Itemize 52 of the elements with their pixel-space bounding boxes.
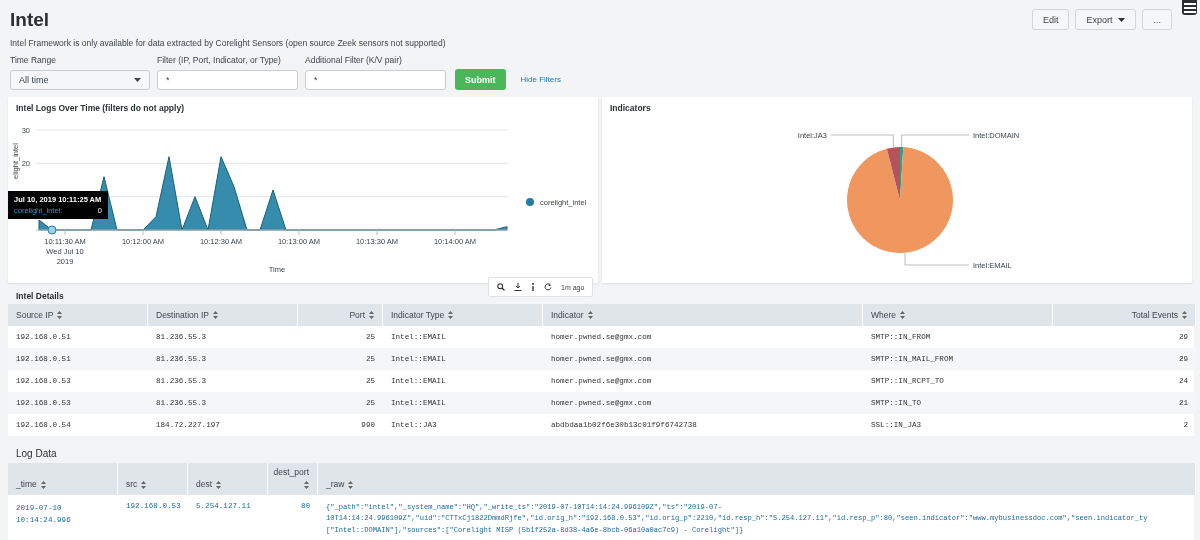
sort-icon [57, 311, 63, 319]
sort-icon [448, 311, 454, 319]
download-icon[interactable] [514, 283, 522, 291]
sort-icon [141, 481, 147, 489]
hide-filters-link[interactable]: Hide Filters [520, 75, 561, 84]
sort-icon [40, 481, 46, 489]
sort-icon [216, 481, 222, 489]
sort-icon [1182, 311, 1187, 319]
sort-icon [304, 481, 309, 489]
sort-icon [348, 481, 354, 489]
input-field[interactable]: * [305, 70, 446, 90]
column-header[interactable]: Where [863, 304, 1053, 326]
section-title: Intel Details [15, 290, 64, 303]
caret-icon [1118, 17, 1126, 22]
column-header[interactable]: Destination IP [148, 304, 298, 326]
caret-icon [134, 78, 141, 82]
panel-title: Indicators [609, 102, 652, 115]
column-header[interactable]: dest_port [268, 463, 318, 495]
column-header[interactable]: _raw [318, 463, 1196, 495]
section-title: Log Data [15, 447, 57, 461]
sort-icon [587, 311, 593, 319]
sort-icon [212, 311, 218, 319]
column-header[interactable]: Indicator [543, 304, 863, 326]
page-title: Intel [10, 9, 51, 32]
export-dropdown[interactable]: Export [1075, 9, 1137, 30]
refresh-icon[interactable] [544, 283, 552, 291]
input-field[interactable]: * [157, 70, 298, 90]
action-button[interactable]: ... [1142, 9, 1172, 30]
field-label: Additional Filter (K/V pair) [305, 55, 403, 65]
column-header[interactable]: Total Events [1053, 304, 1196, 326]
leader-line [830, 134, 894, 148]
info-icon[interactable] [531, 283, 535, 291]
hover-marker [47, 225, 57, 235]
panel-title: Intel Logs Over Time (filters do not apply) [15, 102, 185, 115]
field-label: Filter (IP, Port, Indicator, or Type) [157, 55, 282, 65]
sort-icon [369, 311, 374, 319]
page-description: Intel Framework is only available for data extracted by Corelight Sensors (open source Zeek sensors not supported) [10, 38, 446, 48]
column-header[interactable]: Port [298, 304, 383, 326]
action-button[interactable]: Edit [1031, 9, 1070, 30]
leader-line [904, 252, 970, 266]
leader-line [901, 134, 970, 148]
sort-icon [900, 311, 906, 319]
column-header[interactable]: src [118, 463, 188, 495]
column-header[interactable]: Source IP [8, 304, 148, 326]
field-label: Time Range [10, 55, 57, 65]
column-header[interactable]: _time [8, 463, 118, 495]
column-header[interactable]: dest [188, 463, 268, 495]
time-range-dropdown[interactable]: All time [10, 70, 150, 90]
legend-marker [526, 198, 534, 206]
search-icon[interactable] [497, 283, 505, 291]
column-header[interactable]: Indicator Type [383, 304, 543, 326]
menu-icon[interactable] [1182, 0, 1197, 15]
